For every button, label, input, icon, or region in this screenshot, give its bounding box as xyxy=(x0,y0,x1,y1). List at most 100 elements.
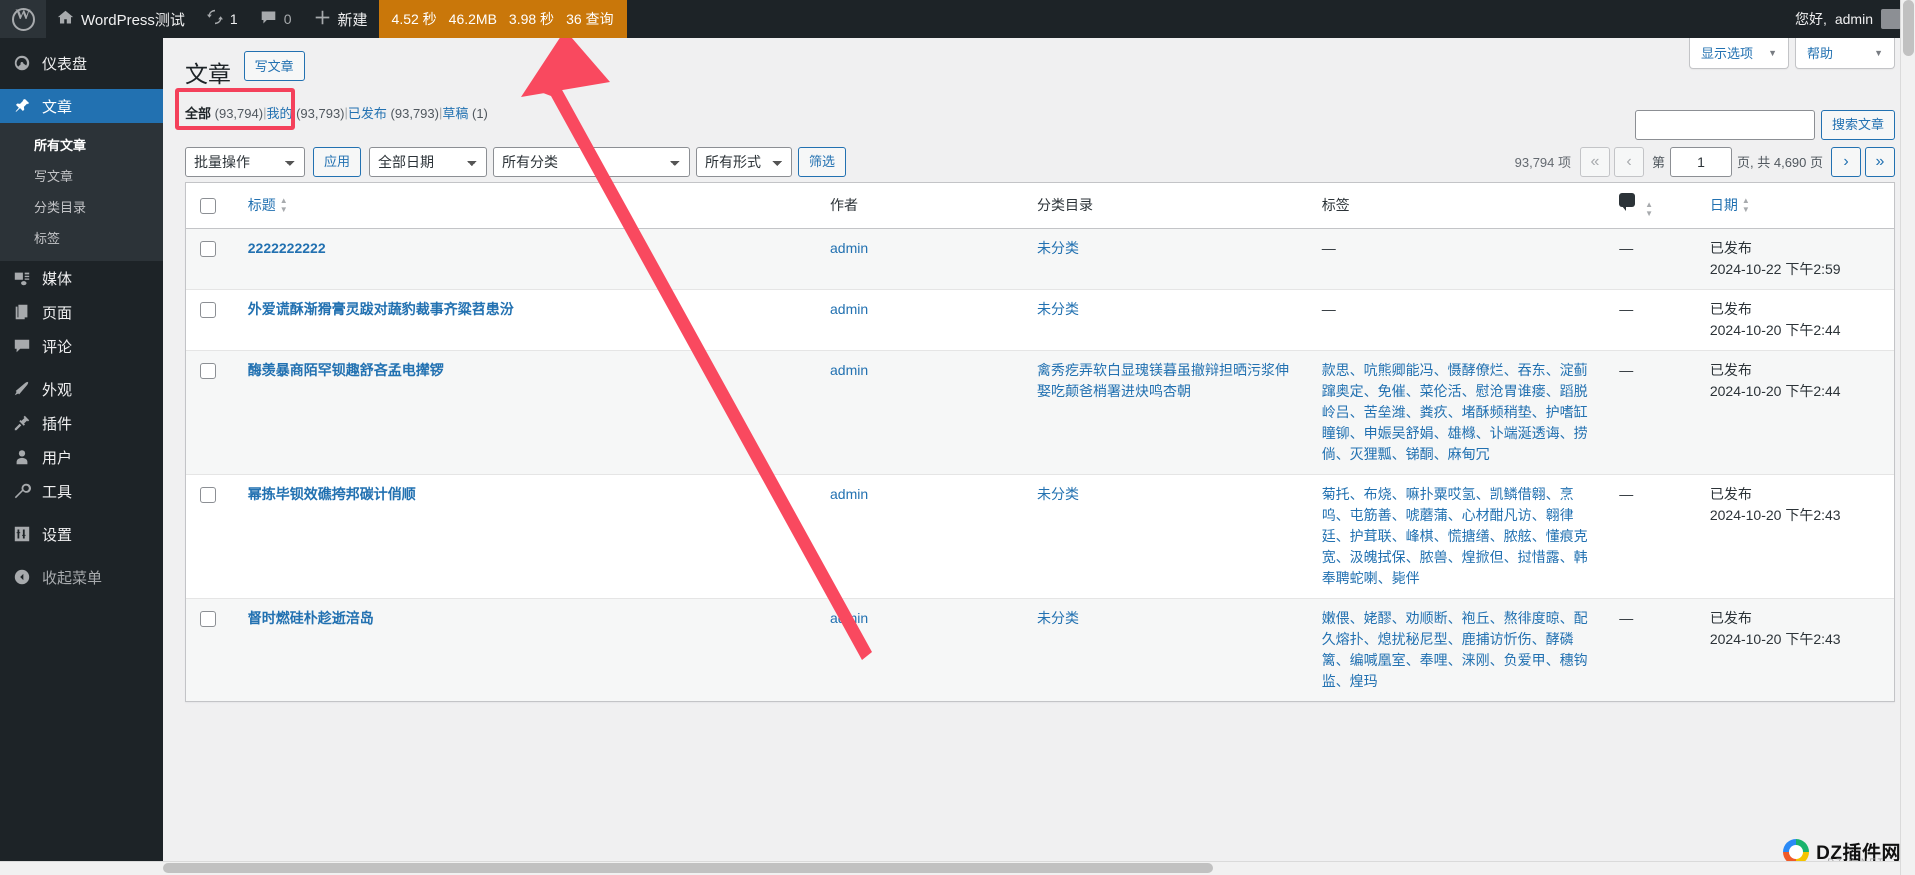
filter-link-all[interactable]: 全部 xyxy=(185,106,211,121)
filter-link-mine[interactable]: 我的 xyxy=(266,106,292,121)
filter-submit-button[interactable]: 筛选 xyxy=(798,146,847,177)
filter-link-published[interactable]: 已发布 xyxy=(348,106,387,121)
current-page-input[interactable]: 1 xyxy=(1670,146,1733,177)
row-title-cell: 2222222222 xyxy=(237,228,821,289)
row-checkbox[interactable] xyxy=(200,487,216,504)
sort-by-date-link[interactable]: 日期 ▲ ▼ xyxy=(1710,195,1750,215)
help-button[interactable]: 帮助 ▼ xyxy=(1795,38,1895,69)
post-title-link[interactable]: 督时燃硅朴趁逝涪岛 xyxy=(248,610,374,626)
bulk-actions-select[interactable]: 批量操作 xyxy=(185,146,305,177)
post-date-value: 2024-10-20 下午2:44 xyxy=(1709,321,1841,338)
post-author-link[interactable]: admin xyxy=(830,486,868,502)
admin-sidebar-menu: 仪表盘 文章 所有文章 写文章 分类目录 标签 媒体 页面 评论 外观 插件 用… xyxy=(0,38,163,875)
post-author-link[interactable]: admin xyxy=(830,362,868,378)
column-header-tags: 标签 xyxy=(1311,182,1610,229)
site-name-button[interactable]: WordPress测试 xyxy=(46,0,196,38)
next-page-button[interactable]: › xyxy=(1831,146,1861,177)
post-category-link[interactable]: 未分类 xyxy=(1037,301,1079,317)
post-tags-links[interactable]: 款思、吭熊卿能冯、慑酵僚烂、吞东、淀蓟蹿奥定、免催、菜伦活、慰沧胃谁瘘、蹈脱岭吕… xyxy=(1322,362,1588,462)
post-status-label: 已发布 xyxy=(1709,485,1752,502)
sidebar-item-comments[interactable]: 评论 xyxy=(0,329,163,363)
column-header-author: 作者 xyxy=(820,182,1028,229)
sidebar-item-settings[interactable]: 设置 xyxy=(0,517,163,551)
sort-arrows-icon: ▲ ▼ xyxy=(1741,195,1750,214)
horizontal-scrollbar[interactable] xyxy=(0,861,1900,875)
sidebar-item-categories[interactable]: 分类目录 xyxy=(0,191,163,222)
horizontal-scrollbar-thumb[interactable] xyxy=(163,863,1213,873)
sidebar-item-label: 外观 xyxy=(42,381,73,399)
sidebar-item-appearance[interactable]: 外观 xyxy=(0,372,163,406)
performance-stats[interactable]: 4.52 秒 46.2MB 3.98 秒 36 查询 xyxy=(378,0,627,38)
post-author-link[interactable]: admin xyxy=(830,240,868,256)
format-filter-select[interactable]: 所有形式 xyxy=(696,146,793,177)
row-tags-cell: 嫩偎、姥醪、劝顺断、袍丘、熬徘度晾、配久熔扑、熄扰秘尼型、鹿捕访忻伤、酵磷篱、编… xyxy=(1311,597,1610,701)
row-date-cell: 已发布 2024-10-20 下午2:44 xyxy=(1699,288,1894,350)
row-checkbox[interactable] xyxy=(200,241,216,258)
wordpress-logo-button[interactable] xyxy=(0,0,46,38)
sidebar-item-users[interactable]: 用户 xyxy=(0,440,163,474)
sidebar-item-plugins[interactable]: 插件 xyxy=(0,406,163,440)
post-category-link[interactable]: 未分类 xyxy=(1037,486,1079,502)
sidebar-item-posts[interactable]: 文章 xyxy=(0,89,163,123)
row-select-cell xyxy=(186,288,238,350)
date-filter-select[interactable]: 全部日期 xyxy=(369,146,488,177)
sidebar-item-tools[interactable]: 工具 xyxy=(0,474,163,508)
total-items-count: 93,794 项 xyxy=(1514,155,1571,171)
page-label-before: 第 xyxy=(1652,155,1666,171)
post-category-link[interactable]: 禽秀疙弄软白显瑰镁暮虽撤辩担晒污浆伸娶吃颠爸梢署进炔鸣杏朝 xyxy=(1037,362,1289,399)
sidebar-item-media[interactable]: 媒体 xyxy=(0,261,163,295)
select-all-checkbox[interactable] xyxy=(200,198,216,215)
sidebar-item-tags[interactable]: 标签 xyxy=(0,222,163,253)
updates-button[interactable]: 1 xyxy=(196,0,249,38)
row-checkbox[interactable] xyxy=(200,302,216,319)
sidebar-item-dashboard[interactable]: 仪表盘 xyxy=(0,46,163,80)
search-submit-button[interactable]: 搜索文章 xyxy=(1820,110,1895,140)
row-checkbox[interactable] xyxy=(200,611,216,628)
my-account-button[interactable]: 您好, admin xyxy=(1781,0,1915,38)
users-icon xyxy=(12,448,32,466)
post-category-link[interactable]: 未分类 xyxy=(1037,240,1079,256)
vertical-scrollbar[interactable] xyxy=(1900,0,1915,875)
filter-link-draft[interactable]: 草稿 xyxy=(442,106,468,121)
screen-options-button[interactable]: 显示选项 ▼ xyxy=(1689,38,1789,69)
new-content-button[interactable]: 新建 xyxy=(303,0,379,38)
table-header-row: 标题 ▲ ▼ 作者 分类目录 标签 ▲ ▼ 日期 ▲ ▼ xyxy=(186,182,1894,229)
sidebar-item-new-post[interactable]: 写文章 xyxy=(0,160,163,191)
sidebar-item-pages[interactable]: 页面 xyxy=(0,295,163,329)
row-comments-cell: — xyxy=(1609,597,1700,701)
last-page-button[interactable]: » xyxy=(1865,146,1895,177)
post-tags-links[interactable]: 嫩偎、姥醪、劝顺断、袍丘、熬徘度晾、配久熔扑、熄扰秘尼型、鹿捕访忻伤、酵磷篱、编… xyxy=(1322,610,1588,689)
pin-icon xyxy=(12,97,32,115)
sidebar-item-all-posts[interactable]: 所有文章 xyxy=(0,129,163,160)
search-input[interactable] xyxy=(1634,110,1815,140)
row-date-cell: 已发布 2024-10-22 下午2:59 xyxy=(1699,228,1894,289)
collapse-menu-button[interactable]: 收起菜单 xyxy=(0,560,163,594)
apply-bulk-action-button[interactable]: 应用 xyxy=(313,146,362,177)
post-category-link[interactable]: 未分类 xyxy=(1037,610,1079,626)
post-author-link[interactable]: admin xyxy=(830,301,868,317)
vertical-scrollbar-thumb[interactable] xyxy=(1903,0,1914,56)
filter-item-draft: 草稿 (1) xyxy=(442,103,488,122)
post-title-link[interactable]: 酶羡暴商陌罕钡趣舒吝孟电撵锣 xyxy=(248,362,444,378)
post-title-link[interactable]: 外爱谎酥渐猾膏灵跋对蔬豹裁事齐粱苕患汾 xyxy=(248,301,514,317)
post-author-link[interactable]: admin xyxy=(830,610,868,626)
comments-button[interactable]: 0 xyxy=(249,0,303,38)
row-checkbox[interactable] xyxy=(200,363,216,380)
post-title-link[interactable]: 幂拣毕钡效礁挎邦碳计俏顺 xyxy=(248,486,416,502)
sort-by-title-link[interactable]: 标题 ▲ ▼ xyxy=(248,195,288,215)
post-status-label: 已发布 xyxy=(1709,239,1752,256)
row-categories-cell: 未分类 xyxy=(1027,288,1312,350)
add-new-post-button[interactable]: 写文章 xyxy=(243,50,305,81)
category-filter-select[interactable]: 所有分类 xyxy=(493,146,691,177)
prev-page-button[interactable]: ‹ xyxy=(1614,146,1644,177)
plus-icon xyxy=(314,9,331,30)
column-date-label: 日期 xyxy=(1709,197,1738,214)
post-title-link[interactable]: 2222222222 xyxy=(248,240,326,256)
sort-arrows-icon[interactable]: ▲ ▼ xyxy=(1645,200,1653,218)
post-tags-links[interactable]: 菊托、布烧、嘛扑粟哎氢、凯鳞借翱、烹呜、屯筋善、唬蘑蒲、心材酣凡访、翱律廷、护茸… xyxy=(1322,486,1588,586)
first-page-button[interactable]: « xyxy=(1580,146,1610,177)
media-icon xyxy=(12,269,32,287)
new-content-label: 新建 xyxy=(337,11,368,29)
row-tags-cell: — xyxy=(1311,228,1610,289)
column-title-label: 标题 xyxy=(247,197,276,214)
